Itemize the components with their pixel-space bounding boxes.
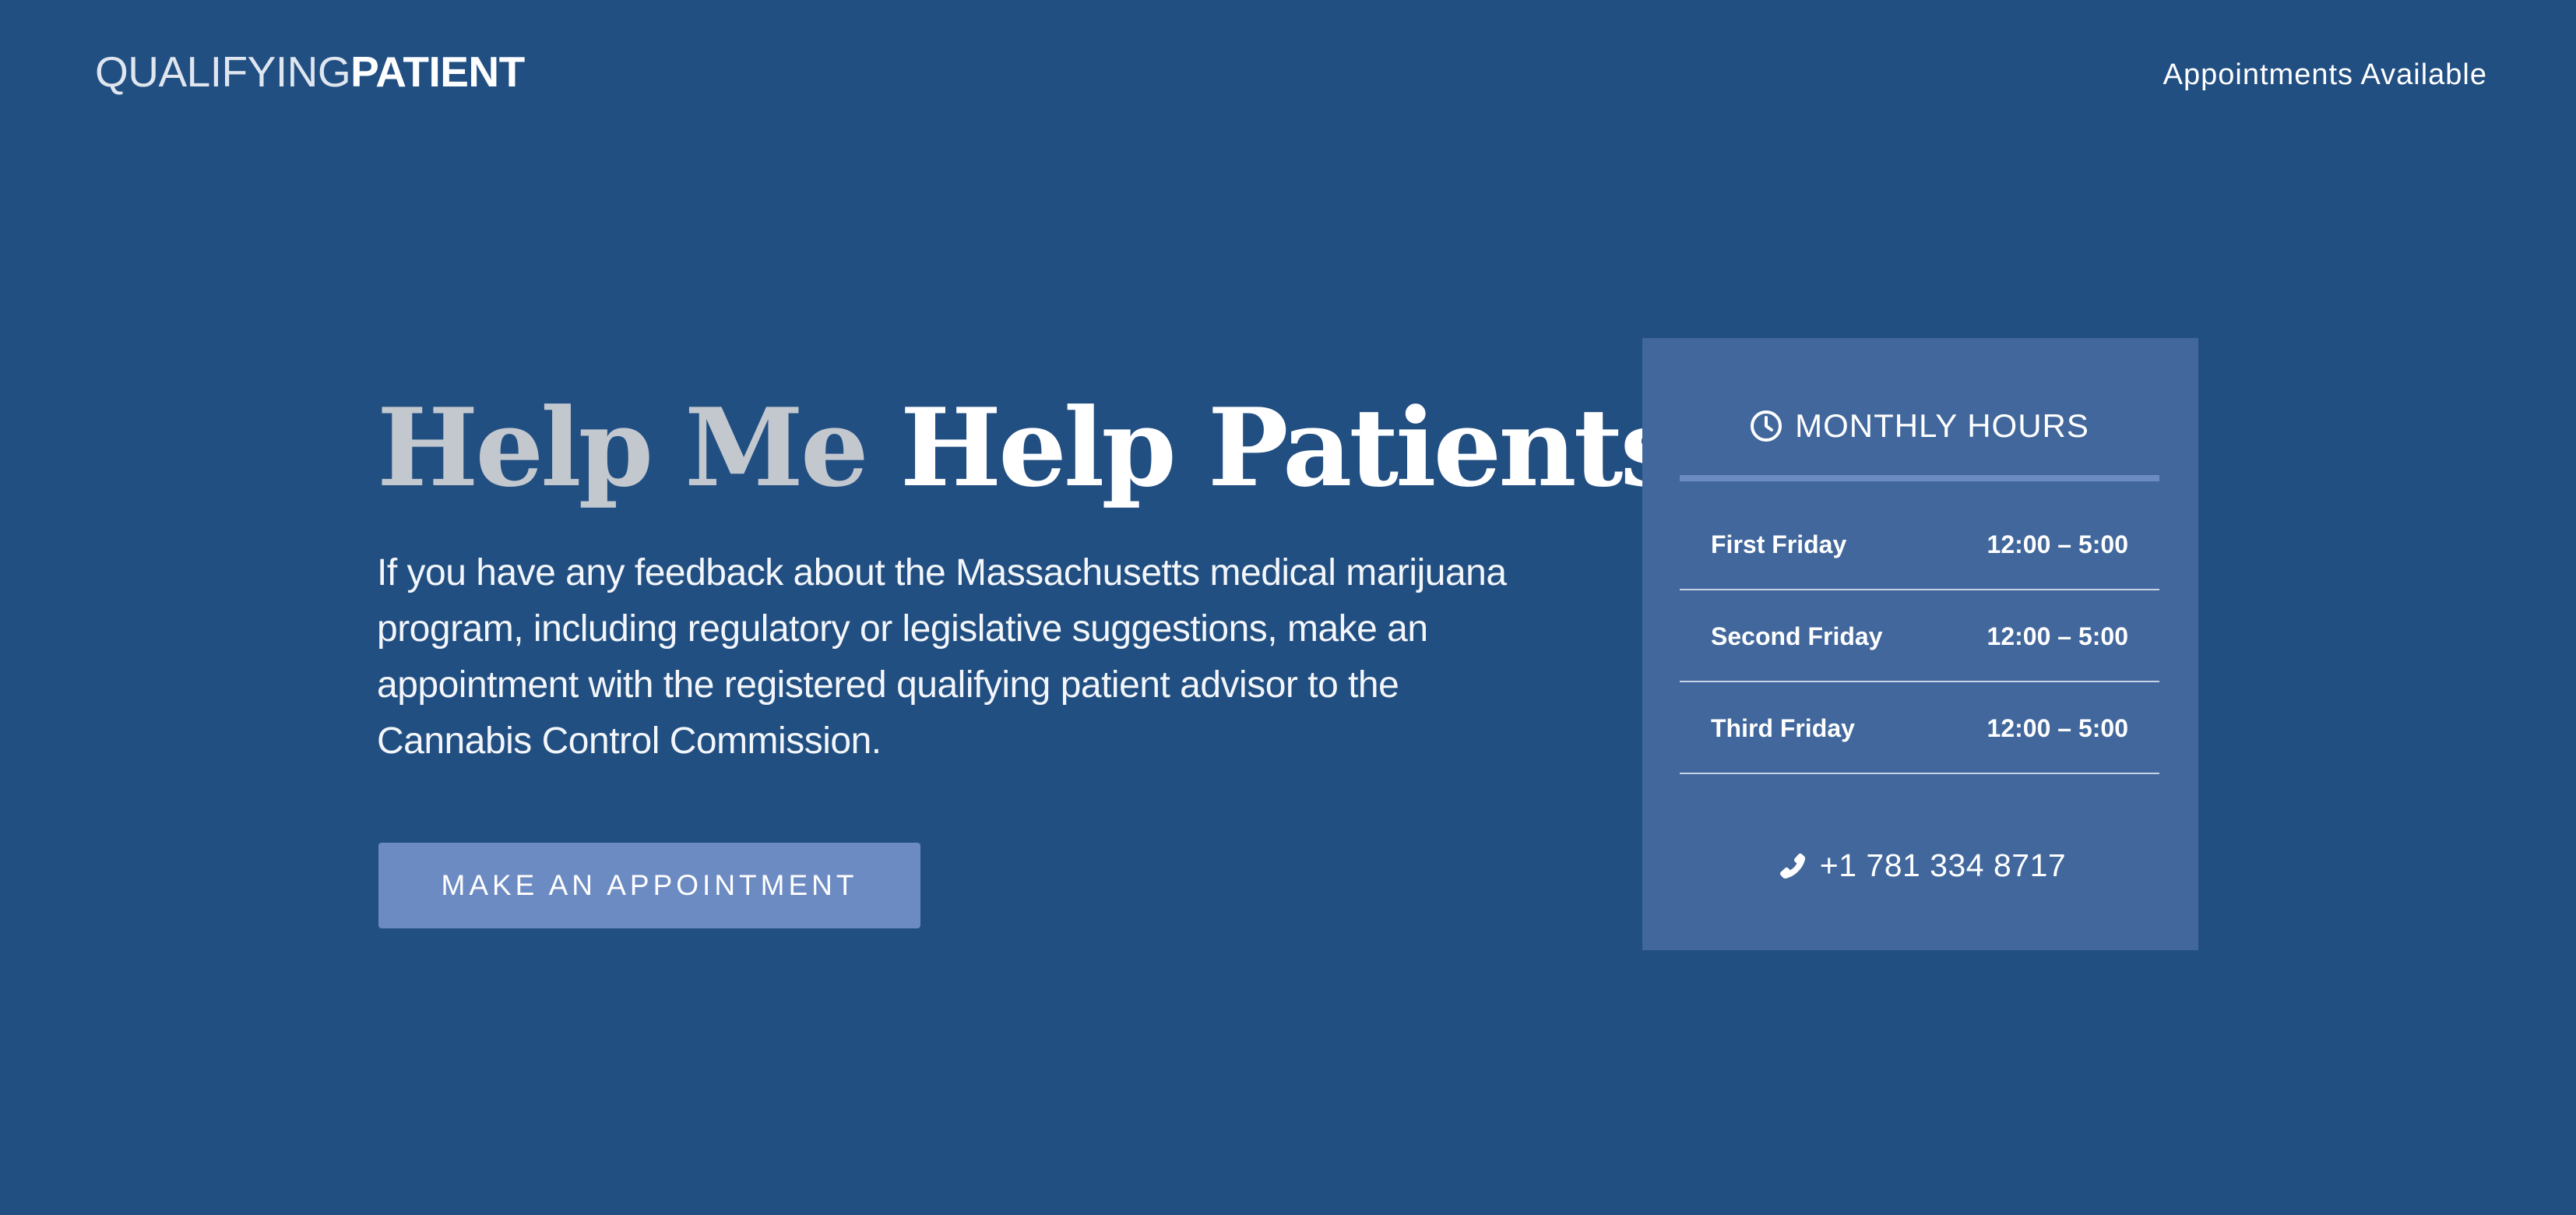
- hours-time: 12:00 – 5:00: [1987, 622, 2128, 650]
- appointments-available-link[interactable]: Appointments Available: [2163, 56, 2487, 93]
- logo-bold-text: PATIENT: [350, 48, 525, 96]
- make-appointment-button[interactable]: MAKE AN APPOINTMENT: [378, 843, 920, 928]
- hero-title-white: Help Patients: [899, 384, 1680, 511]
- hours-row: Second Friday 12:00 – 5:00: [1680, 590, 2159, 682]
- site-logo[interactable]: QUALIFYINGPATIENT: [95, 48, 525, 95]
- hours-row: First Friday 12:00 – 5:00: [1680, 498, 2159, 590]
- hero-title: Help Me Help Patients: [377, 384, 1680, 511]
- logo-light-text: QUALIFYING: [95, 48, 351, 96]
- hours-title-underline: [1680, 475, 2159, 481]
- hours-day: Third Friday: [1711, 714, 1855, 742]
- hours-card-title: MONTHLY HOURS: [1795, 407, 2089, 444]
- phone-icon: [1775, 848, 1809, 882]
- hours-card-header: MONTHLY HOURS: [1680, 399, 2159, 453]
- hero-title-grey: Help Me: [377, 384, 869, 511]
- hours-row: Third Friday 12:00 – 5:00: [1680, 682, 2159, 774]
- monthly-hours-card: MONTHLY HOURS First Friday 12:00 – 5:00 …: [1642, 338, 2198, 950]
- hours-time: 12:00 – 5:00: [1987, 530, 2128, 558]
- phone-contact: +1 781 334 8717: [1642, 838, 2198, 893]
- hero-intro: If you have any feedback about the Massa…: [377, 552, 1507, 762]
- hours-day: First Friday: [1711, 530, 1847, 558]
- hours-day: Second Friday: [1711, 622, 1883, 650]
- hours-time: 12:00 – 5:00: [1987, 714, 2128, 742]
- phone-number-link[interactable]: +1 781 334 8717: [1820, 846, 2066, 885]
- clock-icon: [1750, 410, 1782, 442]
